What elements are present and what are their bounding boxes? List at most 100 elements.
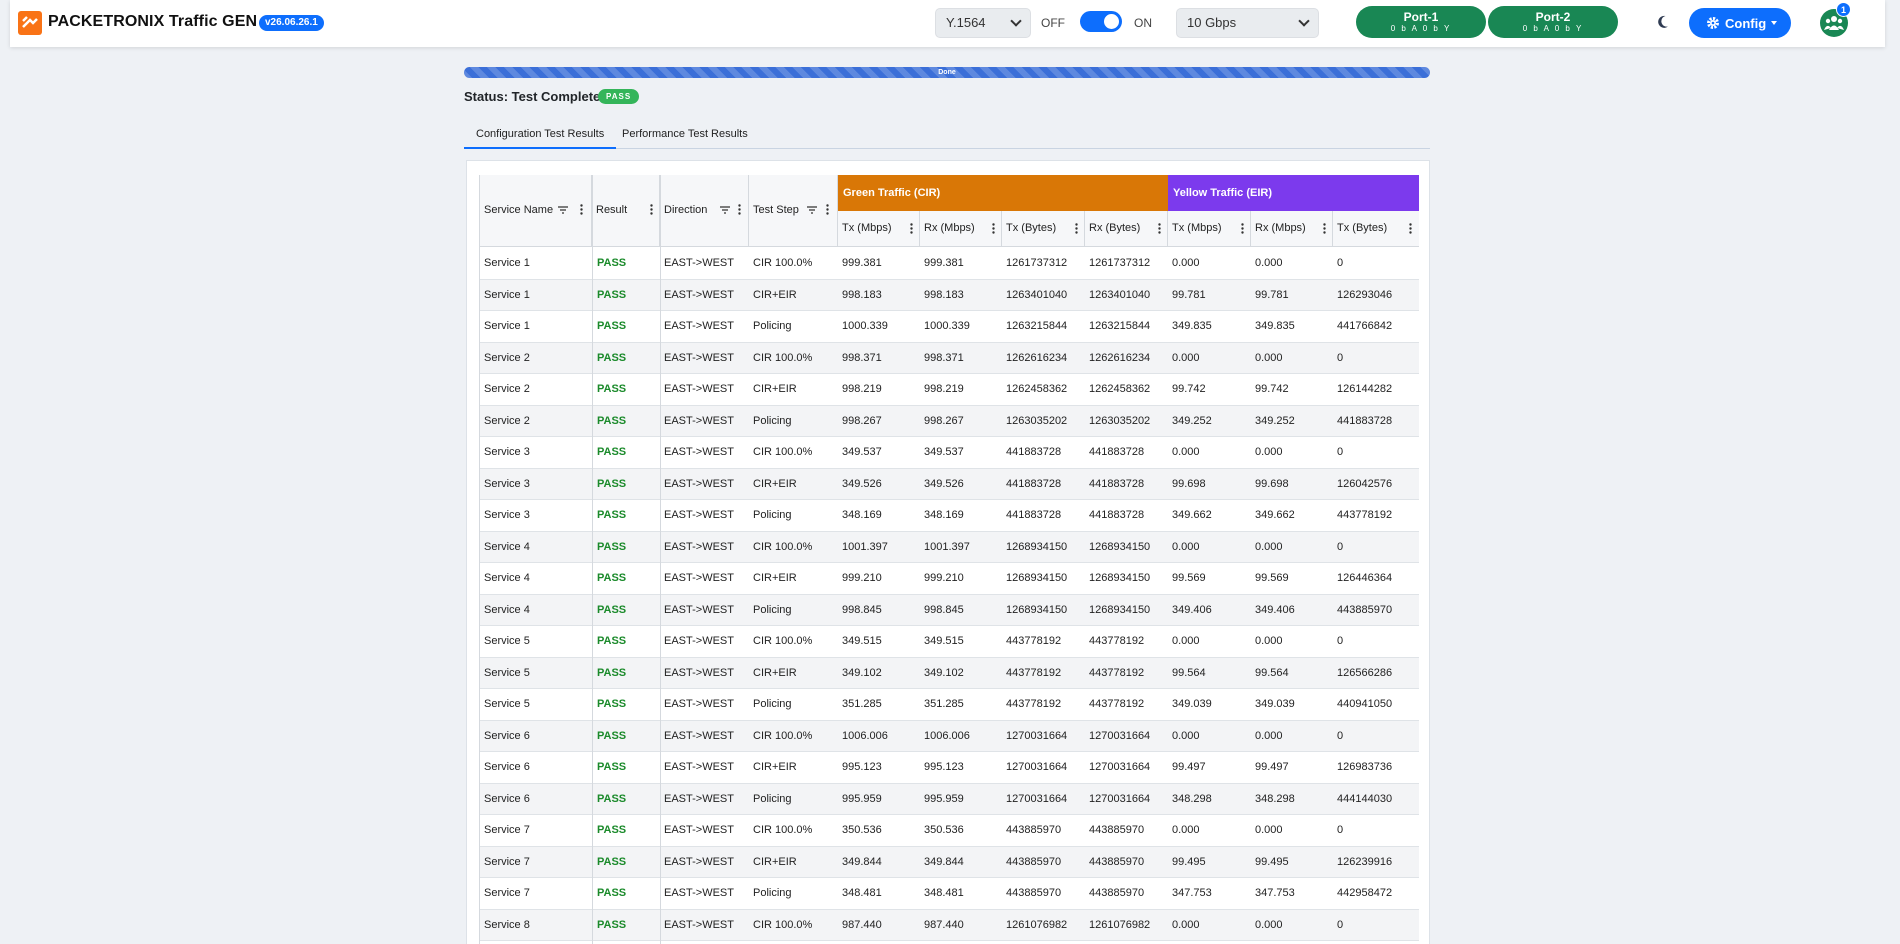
table-row[interactable]: Service 6 PASS EAST->WEST Policing 995.959 99…	[480, 783, 1419, 815]
test-progress-bar: Done	[464, 67, 1430, 78]
cell-yellow-tx-mbps: 99.569	[1172, 572, 1206, 584]
cell-direction: EAST->WEST	[664, 320, 734, 332]
app-brand: PACKETRONIX Traffic GEN	[48, 13, 258, 30]
header-yellow-rx-mbps[interactable]: Rx (Mbps)	[1251, 211, 1333, 247]
protocol-select[interactable]: Y.1564	[935, 8, 1031, 38]
tab-configuration-results[interactable]: Configuration Test Results	[464, 122, 617, 149]
table-row[interactable]: Service 1 PASS EAST->WEST CIR 100.0% 999.381…	[480, 248, 1419, 280]
table-row[interactable]: Service 6 PASS EAST->WEST CIR 100.0% 1006.00…	[480, 720, 1419, 752]
cell-yellow-rx-mbps: 348.298	[1255, 792, 1295, 805]
filter-icon[interactable]	[720, 206, 730, 214]
port-1-button[interactable]: Port-1 0 b A 0 b Y	[1356, 6, 1486, 38]
speed-select[interactable]: 10 Gbps	[1176, 8, 1319, 38]
cell-test-step: CIR 100.0%	[753, 257, 813, 269]
cell-yellow-rx-mbps: 349.039	[1255, 698, 1295, 710]
table-row[interactable]: Service 8 PASS EAST->WEST CIR 100.0% 987.440…	[480, 909, 1419, 941]
cell-green-rx-mbps: 999.210	[924, 572, 964, 584]
config-button[interactable]: Config	[1689, 8, 1791, 38]
cell-yellow-tx-bytes: 126042576	[1337, 477, 1393, 490]
cell-green-tx-bytes: 441883728	[1006, 477, 1062, 490]
cell-direction: EAST->WEST	[664, 761, 734, 773]
header-yellow-tx-bytes[interactable]: Tx (Bytes)	[1333, 211, 1419, 247]
cell-test-step: CIR 100.0%	[753, 446, 813, 458]
cell-green-rx-mbps: 1001.397	[924, 540, 970, 553]
filter-icon[interactable]	[558, 206, 568, 214]
column-menu-icon[interactable]	[738, 204, 741, 215]
table-row[interactable]: Service 3 PASS EAST->WEST CIR+EIR 349.526 349…	[480, 468, 1419, 500]
cell-direction: EAST->WEST	[664, 540, 734, 553]
column-menu-icon[interactable]	[826, 204, 829, 215]
header-green-rx-bytes[interactable]: Rx (Bytes)	[1085, 211, 1168, 247]
caret-down-icon	[1771, 21, 1777, 25]
cell-green-tx-mbps: 998.183	[842, 288, 882, 301]
table-row[interactable]: Service 2 PASS EAST->WEST CIR 100.0% 998.371…	[480, 342, 1419, 374]
table-row[interactable]: Service 5 PASS EAST->WEST CIR 100.0% 349.515…	[480, 626, 1419, 658]
column-menu-icon[interactable]	[992, 223, 995, 234]
header-direction[interactable]: Direction	[660, 175, 749, 247]
cell-green-tx-bytes: 443778192	[1006, 698, 1062, 710]
table-row[interactable]: Service 5 PASS EAST->WEST CIR+EIR 349.102 349…	[480, 657, 1419, 689]
column-menu-icon[interactable]	[650, 204, 653, 215]
table-row[interactable]: Service 2 PASS EAST->WEST Policing 998.267 99…	[480, 405, 1419, 437]
cell-service-name: Service 5	[484, 635, 530, 647]
traffic-toggle[interactable]	[1080, 11, 1122, 32]
table-row[interactable]: Service 5 PASS EAST->WEST Policing 351.285 35…	[480, 689, 1419, 721]
cell-service-name: Service 3	[484, 446, 530, 458]
cell-direction: EAST->WEST	[664, 414, 734, 427]
cell-yellow-tx-bytes: 126293046	[1337, 288, 1393, 301]
column-menu-icon[interactable]	[1158, 223, 1161, 234]
header-green-tx-mbps[interactable]: Tx (Mbps)	[838, 211, 920, 247]
column-menu-icon[interactable]	[910, 223, 913, 234]
cell-yellow-tx-mbps: 99.742	[1172, 383, 1206, 395]
header-green-tx-bytes[interactable]: Tx (Bytes)	[1002, 211, 1085, 247]
cell-green-rx-mbps: 999.381	[924, 257, 964, 269]
table-row[interactable]: Service 3 PASS EAST->WEST CIR 100.0% 349.537…	[480, 437, 1419, 469]
cell-service-name: Service 1	[484, 257, 530, 269]
column-menu-icon[interactable]	[580, 204, 583, 215]
tab-performance-results[interactable]: Performance Test Results	[610, 122, 760, 149]
cell-green-tx-bytes: 1261076982	[1006, 918, 1068, 931]
toggle-on-label: ON	[1134, 16, 1152, 30]
cell-result: PASS	[597, 792, 627, 805]
table-row[interactable]: Service 1 PASS EAST->WEST Policing 1000.339 1…	[480, 311, 1419, 343]
cell-test-step: CIR+EIR	[753, 761, 797, 773]
column-divider	[660, 175, 661, 944]
header-service-name[interactable]: Service Name	[480, 175, 592, 247]
header-yellow-tx-mbps[interactable]: Tx (Mbps)	[1168, 211, 1251, 247]
cell-result: PASS	[597, 635, 627, 647]
header-yellow-tx-mbps-label: Tx (Mbps)	[1172, 222, 1222, 234]
cell-green-tx-bytes: 1268934150	[1006, 540, 1068, 553]
cell-yellow-rx-mbps: 99.495	[1255, 855, 1289, 868]
cell-green-tx-mbps: 998.219	[842, 383, 882, 395]
cell-yellow-rx-mbps: 0.000	[1255, 351, 1283, 364]
cell-result: PASS	[597, 540, 627, 553]
cell-green-rx-mbps: 349.537	[924, 446, 964, 458]
table-row[interactable]: Service 7 PASS EAST->WEST CIR 100.0% 350.536…	[480, 815, 1419, 847]
header-green-rx-mbps[interactable]: Rx (Mbps)	[920, 211, 1002, 247]
table-row[interactable]: Service 6 PASS EAST->WEST CIR+EIR 995.123 995…	[480, 752, 1419, 784]
column-menu-icon[interactable]	[1409, 223, 1412, 234]
table-row[interactable]: Service 1 PASS EAST->WEST CIR+EIR 998.183 998…	[480, 279, 1419, 311]
table-row[interactable]: Service 7 PASS EAST->WEST CIR+EIR 349.844 349…	[480, 846, 1419, 878]
cell-yellow-rx-mbps: 99.742	[1255, 383, 1289, 395]
table-row[interactable]: Service 4 PASS EAST->WEST CIR 100.0% 1001.39…	[480, 531, 1419, 563]
port-2-button[interactable]: Port-2 0 b A 0 b Y	[1488, 6, 1618, 38]
cell-green-rx-bytes: 1268934150	[1089, 540, 1151, 553]
column-menu-icon[interactable]	[1323, 223, 1326, 234]
table-row[interactable]: Service 4 PASS EAST->WEST Policing 998.845 99…	[480, 594, 1419, 626]
cell-green-rx-mbps: 1000.339	[924, 320, 970, 332]
column-menu-icon[interactable]	[1241, 223, 1244, 234]
filter-icon[interactable]	[807, 206, 817, 214]
cell-direction: EAST->WEST	[664, 446, 734, 458]
cell-green-tx-bytes: 443778192	[1006, 666, 1062, 679]
cell-yellow-tx-mbps: 0.000	[1172, 824, 1200, 836]
table-row[interactable]: Service 3 PASS EAST->WEST Policing 348.169 34…	[480, 500, 1419, 532]
dark-mode-moon-icon[interactable]	[1657, 14, 1673, 30]
table-row[interactable]: Service 7 PASS EAST->WEST Policing 348.481 34…	[480, 878, 1419, 910]
cell-yellow-tx-bytes: 0	[1337, 635, 1344, 647]
table-row[interactable]: Service 4 PASS EAST->WEST CIR+EIR 999.210 999…	[480, 563, 1419, 595]
column-menu-icon[interactable]	[1075, 223, 1078, 234]
header-test-step[interactable]: Test Step	[749, 175, 838, 247]
table-row[interactable]: Service 2 PASS EAST->WEST CIR+EIR 998.219 998…	[480, 374, 1419, 406]
header-result[interactable]: Result	[592, 175, 660, 247]
